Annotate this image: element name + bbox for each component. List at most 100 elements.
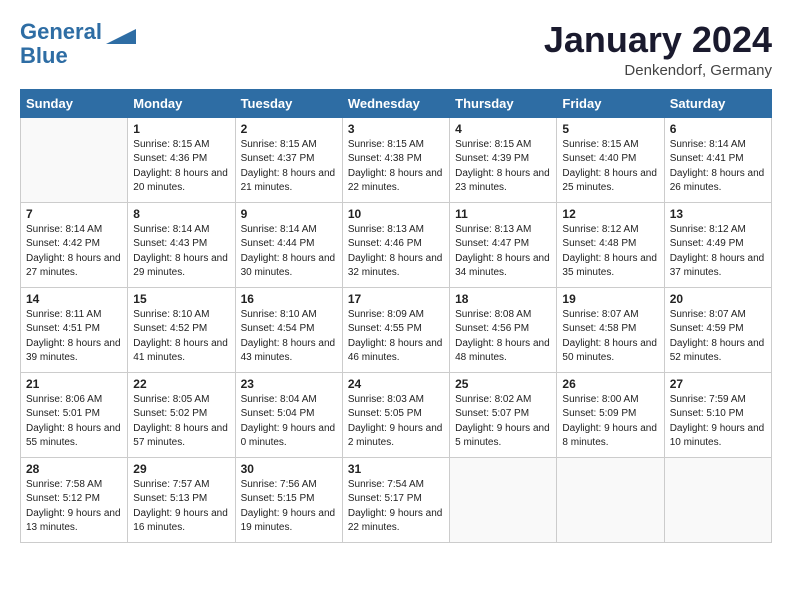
- day-info: Sunrise: 8:14 AMSunset: 4:42 PMDaylight:…: [26, 223, 122, 281]
- calendar-cell: 7Sunrise: 8:14 AMSunset: 4:42 PMDaylight…: [21, 202, 128, 287]
- day-info: Sunrise: 8:08 AMSunset: 4:56 PMDaylight:…: [455, 308, 551, 366]
- day-number: 23: [241, 377, 337, 391]
- day-number: 25: [455, 377, 551, 391]
- day-number: 22: [133, 377, 229, 391]
- logo-icon: [106, 24, 136, 54]
- calendar-cell: 26Sunrise: 8:00 AMSunset: 5:09 PMDayligh…: [557, 372, 664, 457]
- day-info: Sunrise: 8:04 AMSunset: 5:04 PMDaylight:…: [241, 393, 337, 451]
- day-info: Sunrise: 8:14 AMSunset: 4:43 PMDaylight:…: [133, 223, 229, 281]
- calendar-cell: 18 Sunrise: 8:08 AMSunset: 4:56 PMDayligh…: [450, 287, 557, 372]
- calendar-week-row: 1 Sunrise: 8:15 AMSunset: 4:36 PMDaylight…: [21, 117, 772, 202]
- logo: General Blue: [20, 20, 136, 68]
- day-info: Sunrise: 7:58 AMSunset: 5:12 PMDaylight:…: [26, 478, 122, 536]
- calendar-cell: [664, 457, 771, 542]
- calendar-cell: 16Sunrise: 8:10 AMSunset: 4:54 PMDayligh…: [235, 287, 342, 372]
- calendar-cell: 2 Sunrise: 8:15 AMSunset: 4:37 PMDaylight…: [235, 117, 342, 202]
- day-number: 16: [241, 292, 337, 306]
- day-number: 20: [670, 292, 766, 306]
- title-block: January 2024 Denkendorf, Germany: [544, 20, 772, 79]
- day-number: 8: [133, 207, 229, 221]
- calendar-cell: 24 Sunrise: 8:03 AMSunset: 5:05 PMDayligh…: [342, 372, 449, 457]
- day-info: Sunrise: 8:13 AMSunset: 4:46 PMDaylight:…: [348, 223, 444, 281]
- calendar-cell: 21Sunrise: 8:06 AMSunset: 5:01 PMDayligh…: [21, 372, 128, 457]
- day-number: 24: [348, 377, 444, 391]
- day-info: Sunrise: 8:13 AMSunset: 4:47 PMDaylight:…: [455, 223, 551, 281]
- calendar-week-row: 14 Sunrise: 8:11 AMSunset: 4:51 PMDayligh…: [21, 287, 772, 372]
- day-info: Sunrise: 8:14 AMSunset: 4:44 PMDaylight:…: [241, 223, 337, 281]
- day-info: Sunrise: 8:05 AMSunset: 5:02 PMDaylight:…: [133, 393, 229, 451]
- day-info: Sunrise: 8:15 AMSunset: 4:39 PMDaylight:…: [455, 138, 551, 196]
- day-info: Sunrise: 8:07 AMSunset: 4:59 PMDaylight:…: [670, 308, 766, 366]
- day-number: 27: [670, 377, 766, 391]
- day-info: Sunrise: 8:15 AMSunset: 4:37 PMDaylight:…: [241, 138, 337, 196]
- calendar-cell: 17 Sunrise: 8:09 AMSunset: 4:55 PMDayligh…: [342, 287, 449, 372]
- weekday-header: Tuesday: [235, 89, 342, 117]
- weekday-header: Sunday: [21, 89, 128, 117]
- calendar-cell: 19Sunrise: 8:07 AMSunset: 4:58 PMDayligh…: [557, 287, 664, 372]
- day-info: Sunrise: 8:14 AMSunset: 4:41 PMDaylight:…: [670, 138, 766, 196]
- location: Denkendorf, Germany: [544, 62, 772, 79]
- day-info: Sunrise: 8:15 AMSunset: 4:40 PMDaylight:…: [562, 138, 658, 196]
- calendar-cell: 8 Sunrise: 8:14 AMSunset: 4:43 PMDaylight…: [128, 202, 235, 287]
- day-info: Sunrise: 8:07 AMSunset: 4:58 PMDaylight:…: [562, 308, 658, 366]
- day-number: 9: [241, 207, 337, 221]
- day-info: Sunrise: 8:00 AMSunset: 5:09 PMDaylight:…: [562, 393, 658, 451]
- day-info: Sunrise: 8:09 AMSunset: 4:55 PMDaylight:…: [348, 308, 444, 366]
- logo-text: General Blue: [20, 20, 102, 68]
- weekday-header: Friday: [557, 89, 664, 117]
- day-number: 13: [670, 207, 766, 221]
- day-number: 17: [348, 292, 444, 306]
- day-info: Sunrise: 8:03 AMSunset: 5:05 PMDaylight:…: [348, 393, 444, 451]
- day-number: 1: [133, 122, 229, 136]
- calendar-cell: 28 Sunrise: 7:58 AMSunset: 5:12 PMDayligh…: [21, 457, 128, 542]
- calendar-week-row: 7Sunrise: 8:14 AMSunset: 4:42 PMDaylight…: [21, 202, 772, 287]
- day-number: 5: [562, 122, 658, 136]
- day-number: 18: [455, 292, 551, 306]
- page-header: General Blue January 2024 Denkendorf, Ge…: [20, 20, 772, 79]
- calendar-cell: 23 Sunrise: 8:04 AMSunset: 5:04 PMDayligh…: [235, 372, 342, 457]
- calendar-cell: 4Sunrise: 8:15 AMSunset: 4:39 PMDaylight…: [450, 117, 557, 202]
- calendar-week-row: 28 Sunrise: 7:58 AMSunset: 5:12 PMDayligh…: [21, 457, 772, 542]
- day-number: 6: [670, 122, 766, 136]
- day-info: Sunrise: 8:15 AMSunset: 4:36 PMDaylight:…: [133, 138, 229, 196]
- day-number: 2: [241, 122, 337, 136]
- day-info: Sunrise: 8:10 AMSunset: 4:52 PMDaylight:…: [133, 308, 229, 366]
- calendar-week-row: 21Sunrise: 8:06 AMSunset: 5:01 PMDayligh…: [21, 372, 772, 457]
- weekday-header: Wednesday: [342, 89, 449, 117]
- calendar-cell: 30 Sunrise: 7:56 AMSunset: 5:15 PMDayligh…: [235, 457, 342, 542]
- calendar-cell: 3 Sunrise: 8:15 AMSunset: 4:38 PMDaylight…: [342, 117, 449, 202]
- day-number: 31: [348, 462, 444, 476]
- weekday-header: Thursday: [450, 89, 557, 117]
- day-info: Sunrise: 8:15 AMSunset: 4:38 PMDaylight:…: [348, 138, 444, 196]
- day-info: Sunrise: 7:56 AMSunset: 5:15 PMDaylight:…: [241, 478, 337, 536]
- day-number: 3: [348, 122, 444, 136]
- weekday-header: Saturday: [664, 89, 771, 117]
- calendar-cell: 10Sunrise: 8:13 AMSunset: 4:46 PMDayligh…: [342, 202, 449, 287]
- day-info: Sunrise: 8:02 AMSunset: 5:07 PMDaylight:…: [455, 393, 551, 451]
- calendar-cell: [557, 457, 664, 542]
- calendar-cell: 5 Sunrise: 8:15 AMSunset: 4:40 PMDaylight…: [557, 117, 664, 202]
- day-number: 28: [26, 462, 122, 476]
- calendar-cell: 15 Sunrise: 8:10 AMSunset: 4:52 PMDayligh…: [128, 287, 235, 372]
- day-info: Sunrise: 7:59 AMSunset: 5:10 PMDaylight:…: [670, 393, 766, 451]
- calendar-cell: 1 Sunrise: 8:15 AMSunset: 4:36 PMDaylight…: [128, 117, 235, 202]
- calendar-table: SundayMondayTuesdayWednesdayThursdayFrid…: [20, 89, 772, 543]
- day-number: 29: [133, 462, 229, 476]
- calendar-cell: 6 Sunrise: 8:14 AMSunset: 4:41 PMDaylight…: [664, 117, 771, 202]
- calendar-cell: [21, 117, 128, 202]
- day-info: Sunrise: 7:54 AMSunset: 5:17 PMDaylight:…: [348, 478, 444, 536]
- day-number: 14: [26, 292, 122, 306]
- calendar-cell: 11 Sunrise: 8:13 AMSunset: 4:47 PMDayligh…: [450, 202, 557, 287]
- day-info: Sunrise: 7:57 AMSunset: 5:13 PMDaylight:…: [133, 478, 229, 536]
- day-info: Sunrise: 8:11 AMSunset: 4:51 PMDaylight:…: [26, 308, 122, 366]
- calendar-cell: 12Sunrise: 8:12 AMSunset: 4:48 PMDayligh…: [557, 202, 664, 287]
- day-number: 15: [133, 292, 229, 306]
- day-number: 30: [241, 462, 337, 476]
- calendar-cell: 20 Sunrise: 8:07 AMSunset: 4:59 PMDayligh…: [664, 287, 771, 372]
- calendar-cell: 29 Sunrise: 7:57 AMSunset: 5:13 PMDayligh…: [128, 457, 235, 542]
- weekday-header-row: SundayMondayTuesdayWednesdayThursdayFrid…: [21, 89, 772, 117]
- day-number: 12: [562, 207, 658, 221]
- day-number: 21: [26, 377, 122, 391]
- day-number: 11: [455, 207, 551, 221]
- calendar-cell: 14 Sunrise: 8:11 AMSunset: 4:51 PMDayligh…: [21, 287, 128, 372]
